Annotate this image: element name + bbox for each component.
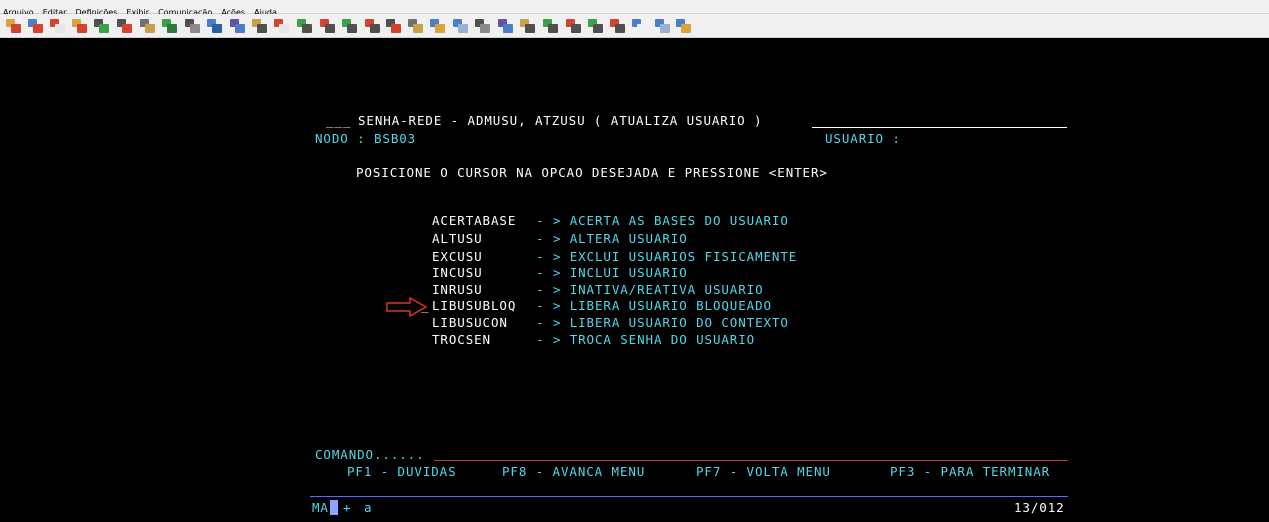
pf3-key[interactable]: PF3 - PARA TERMINAR: [890, 464, 1050, 480]
option-desc: - > LIBERA USUARIO BLOQUEADO: [536, 298, 772, 313]
option-desc: - > INATIVA/REATIVA USUARIO: [536, 282, 764, 297]
keyboard-icon[interactable]: [230, 19, 245, 33]
option-desc: - > ALTERA USUARIO: [536, 231, 688, 246]
option-code[interactable]: TROCSEN: [432, 332, 491, 348]
exit-icon[interactable]: [50, 19, 65, 33]
send-icon[interactable]: [297, 19, 312, 33]
exit-icon[interactable]: [274, 19, 289, 33]
command-input-line[interactable]: [434, 460, 1068, 461]
transfer-icon[interactable]: [207, 19, 222, 33]
receive-icon[interactable]: [320, 19, 335, 33]
record-icon[interactable]: [430, 19, 445, 33]
status-cursor-block: [330, 500, 338, 515]
screen-title: SENHA-REDE - ADMUSU, ATZUSU ( ATUALIZA U…: [358, 113, 763, 128]
pf8-key[interactable]: PF8 - AVANCA MENU: [502, 464, 645, 480]
record-icon[interactable]: [676, 19, 691, 33]
option-code[interactable]: LIBUSUCON: [432, 315, 508, 331]
send-icon[interactable]: [588, 19, 603, 33]
file-icon[interactable]: [386, 19, 401, 33]
receive-icon[interactable]: [365, 19, 380, 33]
send-icon[interactable]: [342, 19, 357, 33]
title-underline: [812, 127, 1067, 128]
cursor-position: 13/012: [1014, 500, 1065, 515]
toolbar: [0, 14, 1269, 38]
copy-icon[interactable]: [140, 19, 155, 33]
receive-file-icon[interactable]: [117, 19, 132, 33]
option-desc: - > ACERTA AS BASES DO USUARIO: [536, 213, 789, 228]
pf7-key[interactable]: PF7 - VOLTA MENU: [696, 464, 831, 480]
option-code[interactable]: INRUSU: [432, 282, 483, 298]
option-code[interactable]: EXCUSU: [432, 249, 483, 265]
nodo-label: NODO : BSB03: [315, 131, 417, 146]
receive-icon[interactable]: [566, 19, 581, 33]
terminal-screen[interactable]: ___ SENHA-REDE - ADMUSU, ATZUSU ( ATUALI…: [6, 38, 1269, 522]
status-indicator: +: [343, 500, 352, 515]
receive-icon[interactable]: [610, 19, 625, 33]
menu-bar: Arquivo Editar Definições Exibir Comunic…: [0, 0, 1269, 17]
option-code[interactable]: LIBUSUBLOQ: [432, 298, 516, 314]
send-file-icon[interactable]: [94, 19, 109, 33]
macro-icon[interactable]: [252, 19, 267, 33]
disconnect-icon[interactable]: [28, 19, 43, 33]
instruction-text: POSICIONE O CURSOR NA OPCAO DESEJADA E P…: [356, 165, 828, 180]
connect-icon[interactable]: [72, 19, 87, 33]
pf1-key[interactable]: PF1 - DUVIDAS: [347, 464, 457, 480]
comando-label: COMANDO......: [315, 447, 425, 462]
paste-icon[interactable]: [162, 19, 177, 33]
play-icon[interactable]: [453, 19, 468, 33]
connect-icon[interactable]: [6, 19, 21, 33]
status-session: a: [364, 500, 373, 515]
option-desc: - > TROCA SENHA DO USUARIO: [536, 332, 756, 347]
annotation-arrow-icon: [386, 297, 428, 317]
status-mode: MA: [312, 500, 329, 515]
macro-icon[interactable]: [520, 19, 535, 33]
usuario-label: USUARIO :: [825, 131, 901, 146]
link-icon[interactable]: [632, 19, 647, 33]
option-desc: - > EXCLUI USUARIOS FISICAMENTE: [536, 249, 798, 264]
send-icon[interactable]: [543, 19, 558, 33]
copy-icon[interactable]: [408, 19, 423, 33]
play-icon[interactable]: [655, 19, 670, 33]
print-icon[interactable]: [475, 19, 490, 33]
option-code[interactable]: INCUSU: [432, 265, 483, 281]
option-desc: - > LIBERA USUARIO DO CONTEXTO: [536, 315, 789, 330]
keyboard-icon[interactable]: [498, 19, 513, 33]
header-prefix: ___: [326, 113, 352, 128]
option-desc: - > INCLUI USUARIO: [536, 265, 688, 280]
option-code[interactable]: ACERTABASE: [432, 213, 516, 229]
print-icon[interactable]: [185, 19, 200, 33]
option-code[interactable]: ALTUSU: [432, 231, 483, 247]
status-divider: [310, 496, 1068, 497]
